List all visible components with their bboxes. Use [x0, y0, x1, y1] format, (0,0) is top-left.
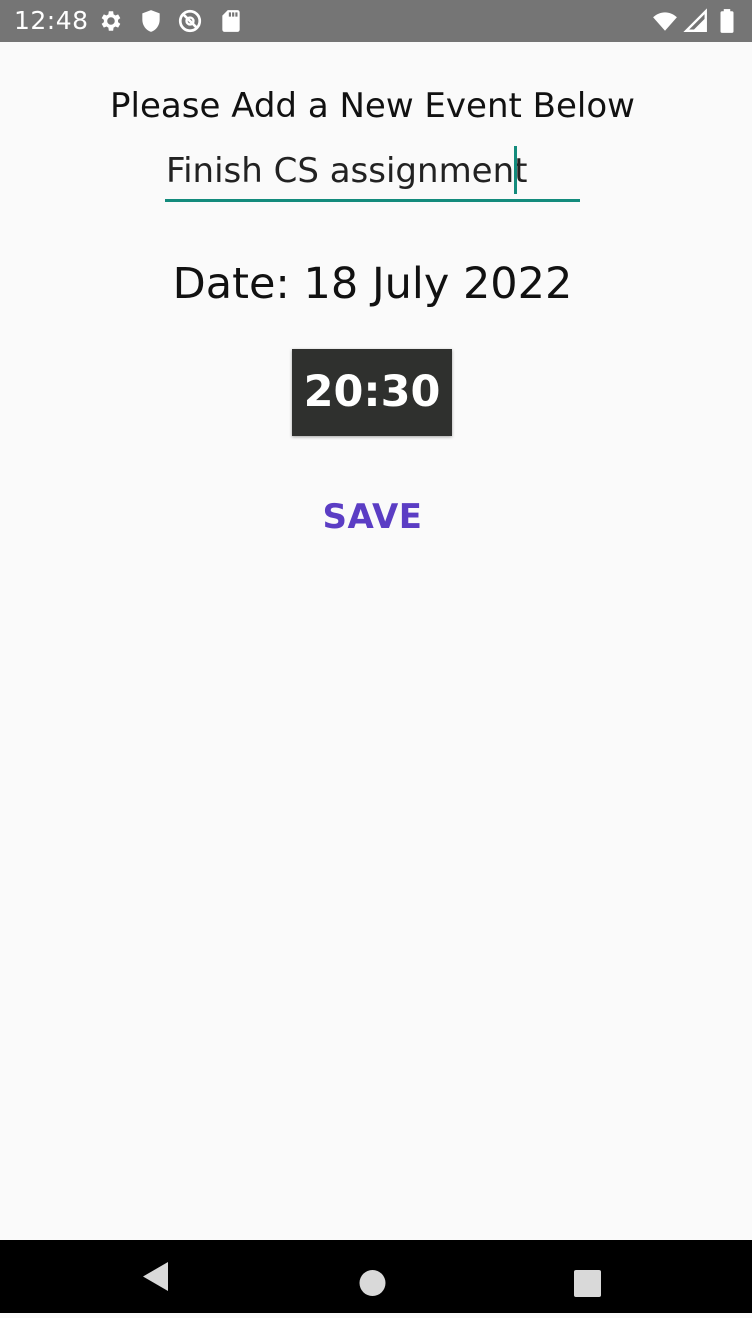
navigation-bar	[0, 1240, 752, 1313]
wifi-icon	[653, 12, 677, 31]
text-cursor	[514, 146, 517, 194]
recents-button[interactable]	[547, 1240, 627, 1313]
back-button[interactable]	[115, 1240, 195, 1313]
event-name-input[interactable]	[165, 142, 580, 202]
status-bar: 12:48	[0, 0, 752, 42]
time-picker-button[interactable]: 20:30	[292, 349, 452, 436]
sd-card-icon	[222, 10, 240, 32]
signal-icon	[683, 8, 707, 32]
back-icon	[143, 1262, 168, 1291]
recents-icon	[574, 1270, 601, 1297]
no-entry-at-icon	[178, 9, 202, 33]
battery-icon	[720, 9, 734, 33]
status-time: 12:48	[14, 6, 89, 35]
add-event-screen: Please Add a New Event Below Date: 18 Ju…	[0, 42, 752, 1240]
gear-icon	[101, 11, 121, 31]
save-button[interactable]: SAVE	[300, 489, 445, 545]
shield-icon	[142, 10, 160, 32]
home-icon	[359, 1270, 386, 1296]
page-title: Please Add a New Event Below	[110, 86, 635, 126]
date-label: Date: 18 July 2022	[172, 259, 573, 309]
home-button[interactable]	[333, 1240, 413, 1313]
